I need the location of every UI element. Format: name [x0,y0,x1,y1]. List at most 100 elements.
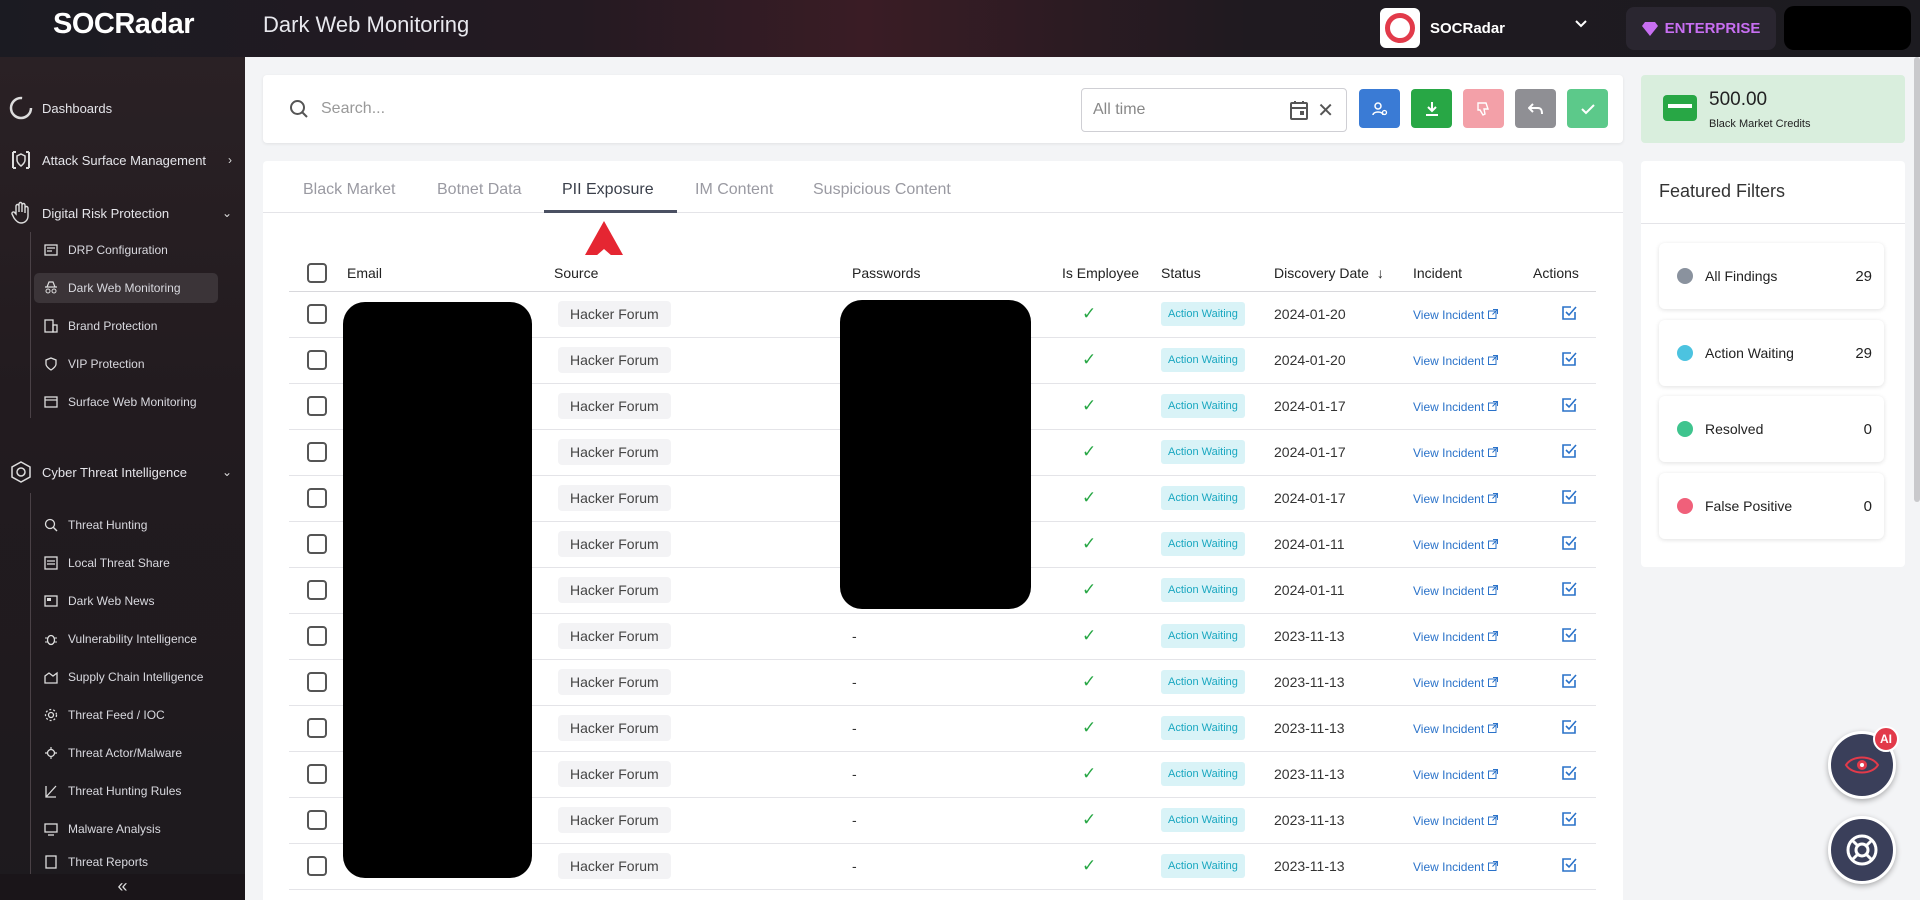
view-incident-link[interactable]: View Incident [1413,584,1498,598]
filter-resolved[interactable]: Resolved 0 [1659,396,1884,462]
clear-icon[interactable]: ✕ [1317,98,1334,123]
view-incident-link[interactable]: View Incident [1413,722,1498,736]
false-positive-button[interactable] [1463,89,1504,128]
sidebar-item-threat-actor[interactable]: Threat Actor/Malware [34,738,218,768]
row-checkbox[interactable] [307,856,327,876]
view-incident-link[interactable]: View Incident [1413,768,1498,782]
search-input[interactable] [321,95,1021,123]
edit-check-icon[interactable] [1561,397,1577,416]
assign-user-button[interactable] [1359,89,1400,128]
header-source[interactable]: Source [554,255,852,292]
socradar-logo[interactable]: SOCRadar [53,8,195,41]
tab-black-market[interactable]: Black Market [303,181,395,199]
sidebar-item-brand-protection[interactable]: Brand Protection [34,311,218,341]
sidebar-item-dark-web-news[interactable]: Dark Web News [34,586,218,616]
edit-check-icon[interactable] [1561,351,1577,370]
user-menu[interactable] [1784,6,1911,50]
sidebar-item-drp-configuration[interactable]: DRP Configuration [34,235,218,265]
enterprise-badge[interactable]: ENTERPRISE [1626,7,1776,50]
tab-botnet-data[interactable]: Botnet Data [437,181,522,199]
edit-check-icon[interactable] [1561,673,1577,692]
header-discovery-date[interactable]: Discovery Date ↓ [1274,255,1413,292]
sidebar-item-threat-feed[interactable]: Threat Feed / IOC [34,700,218,730]
tab-pii-exposure[interactable]: PII Exposure [562,181,654,199]
sidebar-item-supply-chain[interactable]: Supply Chain Intelligence [34,662,218,692]
row-checkbox[interactable] [307,396,327,416]
sidebar-item-cyber-threat-intel[interactable]: Cyber Threat Intelligence ⌄ [8,457,238,487]
view-incident-link[interactable]: View Incident [1413,308,1498,322]
incident-cell: View Incident [1413,337,1533,384]
help-button[interactable] [1828,816,1896,884]
external-link-icon [1487,677,1498,687]
sidebar-item-attack-surface[interactable]: Attack Surface Management › [8,145,238,175]
edit-check-icon[interactable] [1561,489,1577,508]
org-switcher[interactable]: SOCRadar [1380,5,1600,51]
view-incident-link[interactable]: View Incident [1413,676,1498,690]
share-icon [42,556,60,570]
edit-check-icon[interactable] [1561,305,1577,324]
row-checkbox[interactable] [307,442,327,462]
header-email[interactable]: Email [347,255,554,292]
row-checkbox[interactable] [307,626,327,646]
actions-cell [1533,613,1596,660]
view-incident-link[interactable]: View Incident [1413,492,1498,506]
header-select-all[interactable] [289,255,347,292]
row-checkbox[interactable] [307,350,327,370]
row-checkbox[interactable] [307,672,327,692]
header-status[interactable]: Status [1161,255,1274,292]
row-select-cell [289,843,347,890]
tab-suspicious-content[interactable]: Suspicious Content [813,181,951,199]
edit-check-icon[interactable] [1561,811,1577,830]
page-scrollbar[interactable] [1914,57,1920,502]
header-passwords[interactable]: Passwords [852,255,1062,292]
filter-false-positive[interactable]: False Positive 0 [1659,473,1884,539]
view-incident-link[interactable]: View Incident [1413,860,1498,874]
row-checkbox[interactable] [307,580,327,600]
sidebar-item-vip-protection[interactable]: VIP Protection [34,349,218,379]
edit-check-icon[interactable] [1561,857,1577,876]
edit-check-icon[interactable] [1561,627,1577,646]
row-checkbox[interactable] [307,764,327,784]
row-checkbox[interactable] [307,304,327,324]
select-all-checkbox[interactable] [307,262,327,283]
filter-all-findings[interactable]: All Findings 29 [1659,243,1884,309]
sidebar-item-vulnerability-intel[interactable]: Vulnerability Intelligence [34,624,218,654]
view-incident-link[interactable]: View Incident [1413,630,1498,644]
download-button[interactable] [1411,89,1452,128]
user-settings-icon [1371,101,1387,115]
view-incident-link[interactable]: View Incident [1413,814,1498,828]
edit-check-icon[interactable] [1561,443,1577,462]
external-link-icon [1487,769,1498,779]
view-incident-link[interactable]: View Incident [1413,538,1498,552]
view-incident-link[interactable]: View Incident [1413,354,1498,368]
sidebar-item-threat-reports[interactable]: Threat Reports [34,852,218,872]
sidebar-item-dashboards[interactable]: Dashboards [8,93,238,123]
row-checkbox[interactable] [307,718,327,738]
sidebar-item-dark-web-monitoring[interactable]: Dark Web Monitoring [34,273,218,303]
sidebar-item-local-threat-share[interactable]: Local Threat Share [34,548,218,578]
sidebar-item-digital-risk[interactable]: Digital Risk Protection ⌄ [8,198,238,228]
edit-check-icon[interactable] [1561,581,1577,600]
time-range-field[interactable]: All time ✕ [1081,88,1347,132]
edit-check-icon[interactable] [1561,535,1577,554]
row-checkbox[interactable] [307,810,327,830]
header-is-employee[interactable]: Is Employee [1062,255,1161,292]
view-incident-link[interactable]: View Incident [1413,446,1498,460]
tab-im-content[interactable]: IM Content [695,181,773,199]
edit-check-icon[interactable] [1561,765,1577,784]
filter-action-waiting[interactable]: Action Waiting 29 [1659,320,1884,386]
sidebar-item-threat-hunting-rules[interactable]: Threat Hunting Rules [34,776,218,806]
sort-down-icon[interactable]: ↓ [1377,265,1384,281]
sidebar-collapse-button[interactable]: « [0,874,245,900]
sidebar-item-threat-hunting[interactable]: Threat Hunting [34,510,218,540]
edit-check-icon[interactable] [1561,719,1577,738]
calendar-icon[interactable] [1290,100,1308,125]
row-checkbox[interactable] [307,534,327,554]
sidebar-item-surface-web-monitoring[interactable]: Surface Web Monitoring [34,387,218,417]
row-checkbox[interactable] [307,488,327,508]
asm-icon [8,147,34,173]
resolve-button[interactable] [1567,89,1608,128]
sidebar-item-malware-analysis[interactable]: Malware Analysis [34,814,218,844]
undo-button[interactable] [1515,89,1556,128]
view-incident-link[interactable]: View Incident [1413,400,1498,414]
